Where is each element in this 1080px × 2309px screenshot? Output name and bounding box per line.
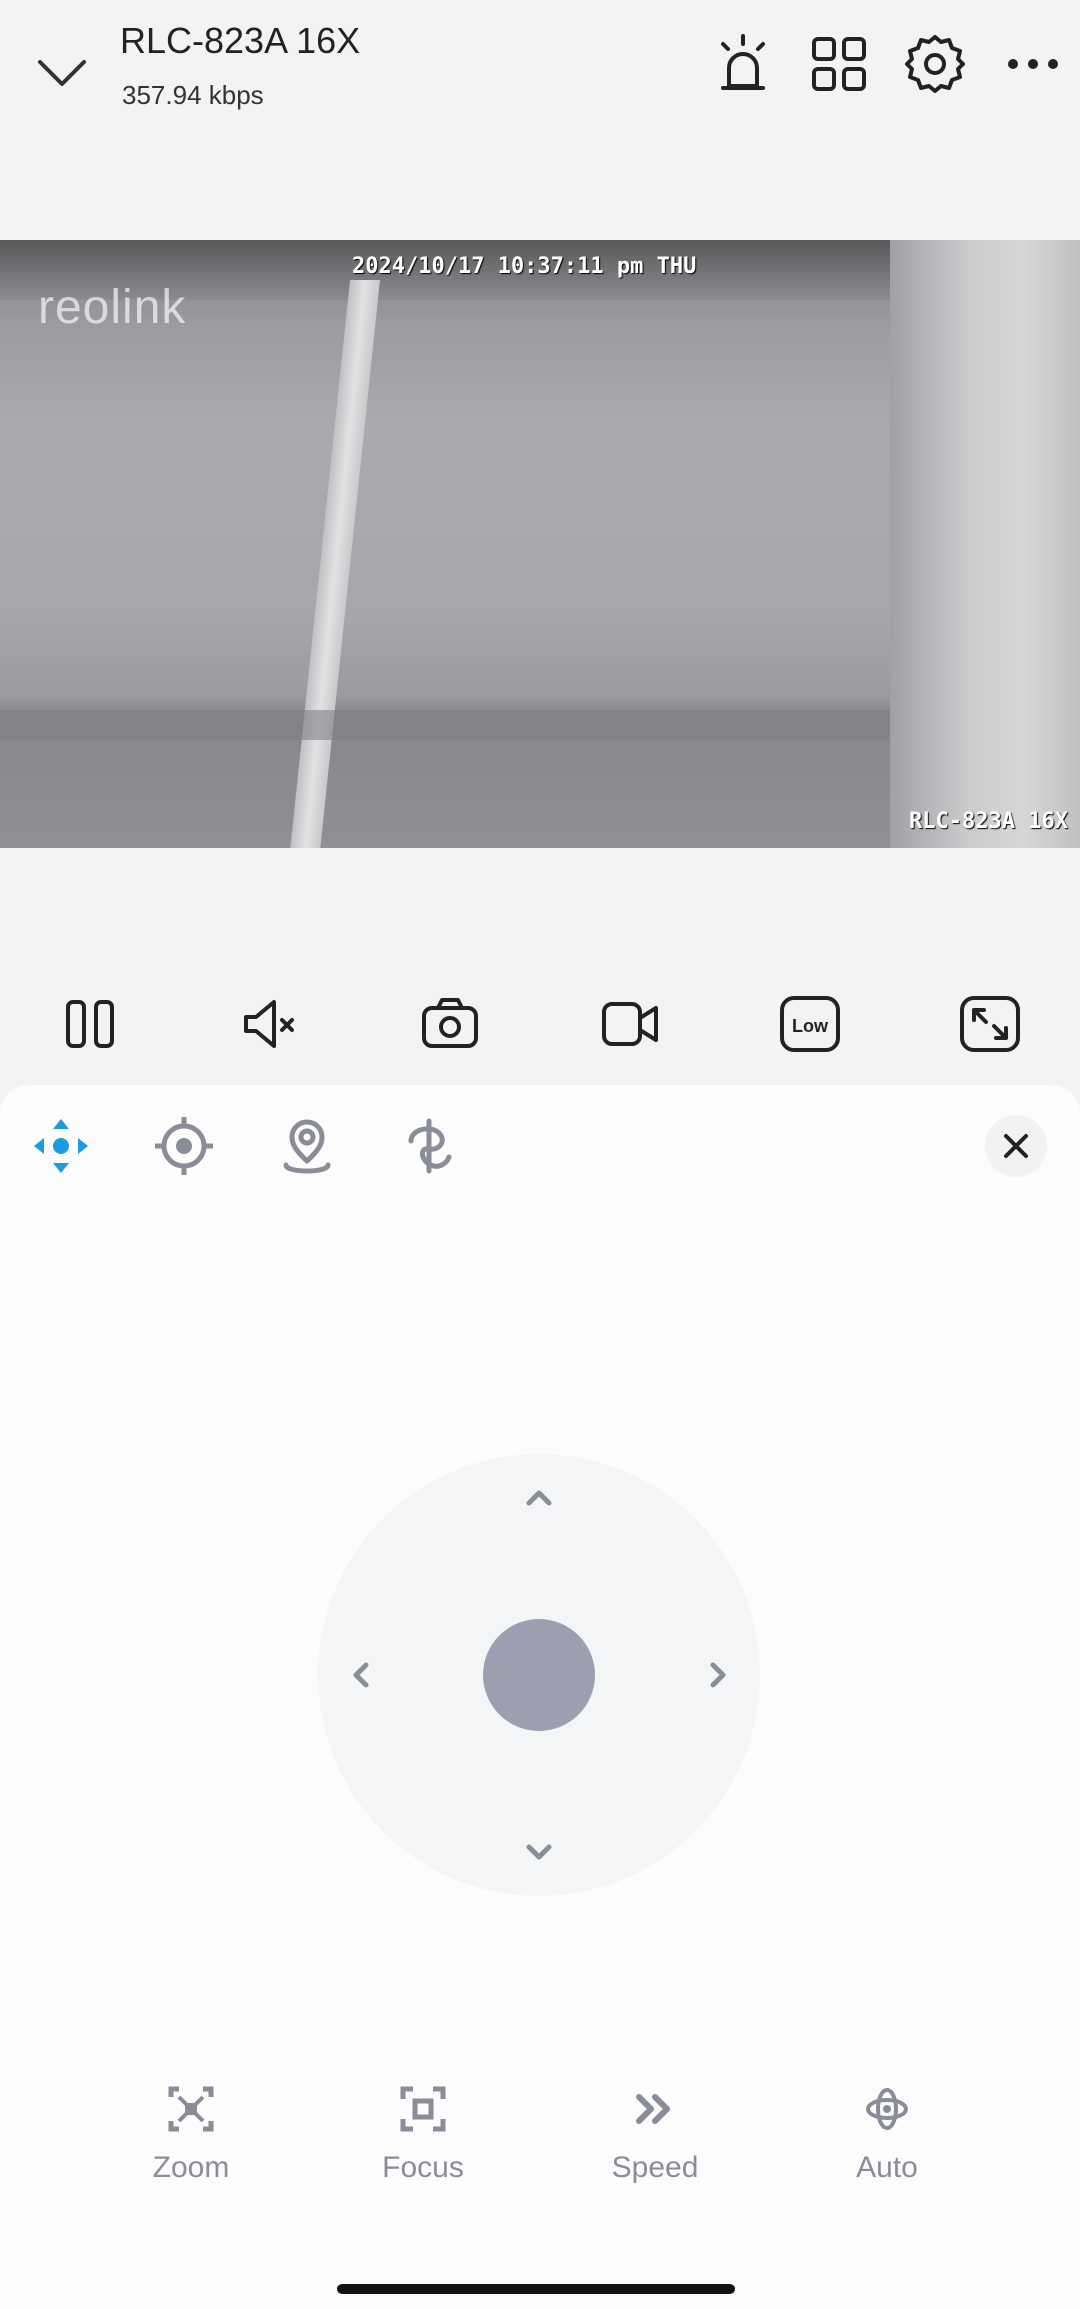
preset-target-icon[interactable] — [153, 1115, 215, 1177]
osd-timestamp: 2024/10/17 10:37:11 pm THU — [352, 254, 697, 279]
more-icon[interactable] — [999, 30, 1067, 98]
pause-icon[interactable] — [56, 990, 124, 1058]
focus-label: Focus — [382, 2151, 464, 2184]
record-icon[interactable] — [596, 990, 664, 1058]
mute-icon[interactable] — [236, 990, 304, 1058]
zoom-label: Zoom — [152, 2151, 230, 2184]
patrol-icon[interactable] — [399, 1115, 461, 1177]
siren-icon[interactable] — [709, 30, 777, 98]
zoom-button[interactable]: Zoom — [111, 2085, 271, 2185]
joystick-knob[interactable] — [483, 1619, 595, 1731]
chevron-down-icon[interactable] — [32, 40, 92, 100]
gear-icon[interactable] — [901, 30, 969, 98]
fullscreen-icon[interactable] — [956, 990, 1024, 1058]
speed-label: Speed — [611, 2151, 699, 2184]
pan-down-arrow-icon[interactable] — [519, 1833, 559, 1873]
speed-icon — [636, 2094, 670, 2124]
auto-button[interactable]: Auto — [807, 2085, 967, 2185]
osd-camera-name: RLC-823A 16X — [909, 809, 1068, 834]
focus-button[interactable]: Focus — [343, 2085, 503, 2185]
location-pin-icon[interactable] — [276, 1115, 338, 1177]
video-wall — [890, 240, 1080, 848]
video-pole — [289, 280, 380, 848]
pan-right-arrow-icon[interactable] — [698, 1655, 738, 1695]
close-ptz-button[interactable] — [985, 1115, 1047, 1177]
grid-icon[interactable] — [805, 30, 873, 98]
ptz-direction-icon[interactable] — [30, 1115, 92, 1177]
focus-icon — [400, 2086, 446, 2132]
bitrate-text: 357.94 kbps — [122, 80, 264, 110]
snapshot-icon[interactable] — [416, 990, 484, 1058]
pan-up-arrow-icon[interactable] — [519, 1477, 559, 1517]
close-icon — [1004, 1134, 1028, 1158]
camera-title: RLC-823A 16X — [120, 20, 361, 61]
live-video-view[interactable]: reolink 2024/10/17 10:37:11 pm THU RLC-8… — [0, 240, 1080, 848]
speed-button[interactable]: Speed — [575, 2085, 735, 2185]
reolink-logo: reolink — [38, 281, 187, 334]
home-indicator[interactable] — [337, 2284, 735, 2294]
auto-icon — [866, 2088, 908, 2130]
quality-label: Low — [792, 1016, 829, 1036]
auto-label: Auto — [856, 2151, 918, 2184]
quality-low-icon[interactable]: Low — [776, 990, 844, 1058]
pan-left-arrow-icon[interactable] — [341, 1655, 381, 1695]
zoom-icon — [168, 2086, 214, 2132]
